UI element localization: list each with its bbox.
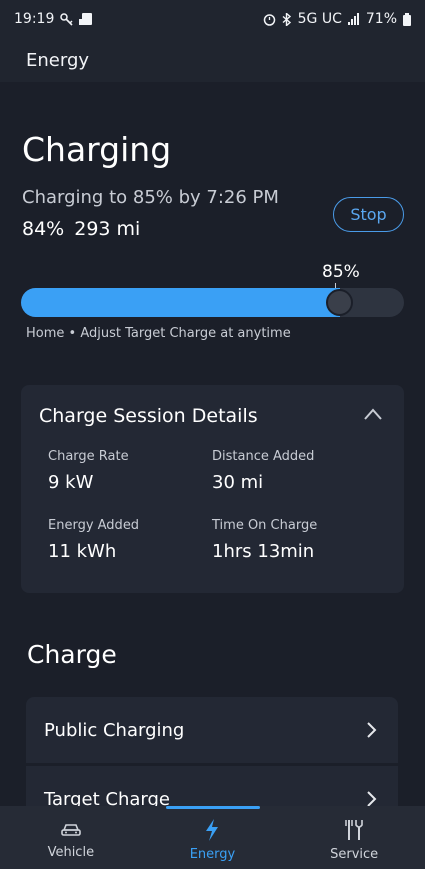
nav-service[interactable]: Service <box>294 813 414 862</box>
nav-energy[interactable]: Energy <box>152 813 272 862</box>
status-left: 19:19 <box>14 11 95 27</box>
public-charging-item[interactable]: Public Charging <box>26 697 398 763</box>
detail-value: 1hrs 13min <box>212 541 315 562</box>
detail-charge-rate: Charge Rate 9 kW <box>48 449 129 493</box>
app-header: Energy <box>0 38 425 82</box>
bluetooth-icon <box>282 12 292 26</box>
nav-label: Service <box>330 847 379 862</box>
alarm-icon <box>263 13 276 26</box>
target-charge-item[interactable]: Target Charge <box>26 766 398 806</box>
charging-title: Charging <box>22 130 172 169</box>
nav-label: Energy <box>189 847 236 862</box>
status-time: 19:19 <box>14 11 55 27</box>
main-content[interactable]: Charging Charging to 85% by 7:26 PM 84% 2… <box>0 82 425 806</box>
detail-time-on-charge: Time On Charge 1hrs 13min <box>212 518 317 562</box>
charge-section-title: Charge <box>27 640 117 669</box>
detail-label: Charge Rate <box>48 449 129 464</box>
charge-progress-fill <box>21 288 340 317</box>
battery-percent: 71% <box>365 11 397 27</box>
detail-value: 11 kWh <box>48 541 117 562</box>
status-right: 5G UC 71% <box>263 11 411 27</box>
detail-distance-added: Distance Added 30 mi <box>212 449 314 493</box>
status-bar: 19:19 5G UC 71% <box>0 0 425 38</box>
network-label: 5G UC <box>297 11 342 27</box>
detail-label: Distance Added <box>212 449 315 464</box>
list-item-label: Target Charge <box>44 788 170 807</box>
cast-icon <box>79 12 95 26</box>
nav-label: Vehicle <box>47 845 95 860</box>
nav-vehicle[interactable]: Vehicle <box>11 815 131 860</box>
car-icon <box>61 824 81 836</box>
target-charge-handle[interactable] <box>326 289 353 316</box>
page-title: Energy <box>26 49 90 71</box>
battery-icon <box>403 12 411 26</box>
bolt-icon <box>206 819 219 841</box>
stop-button[interactable]: Stop <box>333 197 404 232</box>
target-charge-label: 85% <box>322 262 360 282</box>
detail-energy-added: Energy Added 11 kWh <box>48 518 139 562</box>
charging-stats: 84% 293 mi <box>22 218 140 240</box>
chevron-right-icon <box>367 791 377 806</box>
tools-icon <box>345 820 363 840</box>
detail-label: Time On Charge <box>212 518 318 533</box>
detail-value: 9 kW <box>48 472 94 493</box>
charge-percent: 84% <box>22 218 65 240</box>
charge-range: 293 mi <box>74 218 141 240</box>
list-item-label: Public Charging <box>44 719 185 741</box>
chevron-right-icon <box>367 722 377 738</box>
detail-value: 30 mi <box>212 472 264 493</box>
bottom-nav: Vehicle Energy Service <box>0 806 425 869</box>
key-icon <box>60 12 73 26</box>
detail-label: Energy Added <box>48 518 140 533</box>
charge-caption: Home • Adjust Target Charge at anytime <box>26 326 291 341</box>
charging-subtitle: Charging to 85% by 7:26 PM <box>22 187 279 208</box>
charge-progress-bar[interactable] <box>21 288 404 317</box>
signal-icon <box>347 13 360 25</box>
active-tab-indicator <box>166 806 260 809</box>
charge-session-card: Charge Session Details Charge Rate 9 kW … <box>21 385 404 593</box>
chevron-up-icon[interactable] <box>363 407 383 421</box>
session-title: Charge Session Details <box>39 405 258 427</box>
